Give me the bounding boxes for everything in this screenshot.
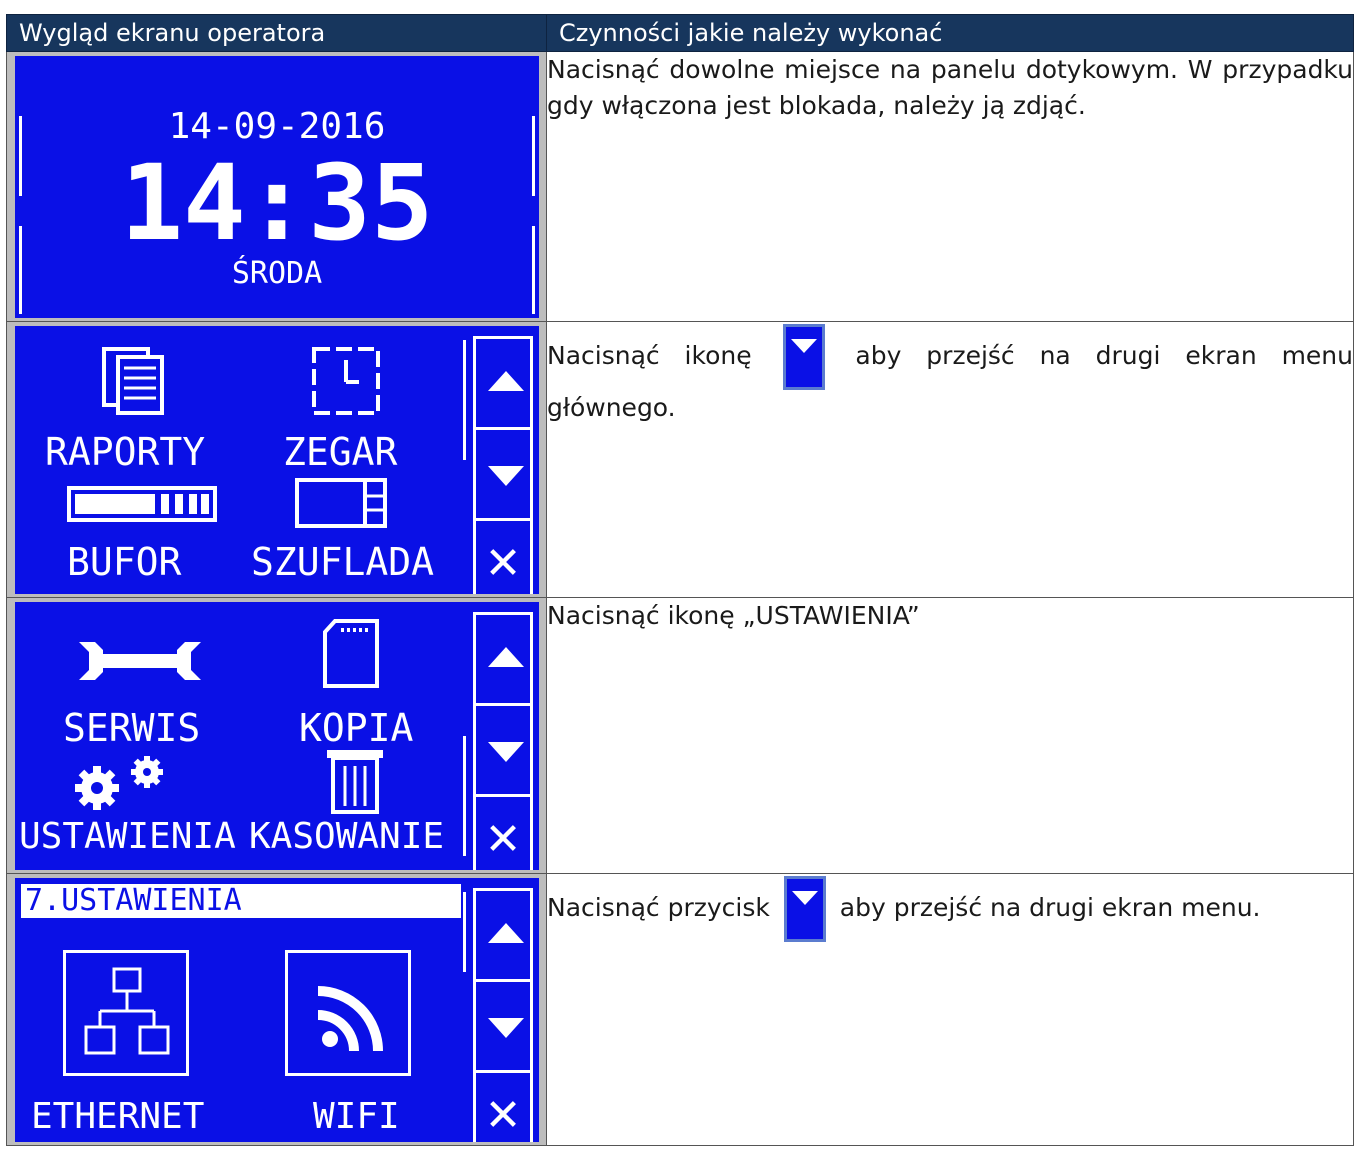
scroll-down-button[interactable]	[476, 706, 530, 797]
trash-icon	[327, 750, 383, 814]
arrow-down-icon	[488, 1018, 524, 1038]
scroll-down-button[interactable]	[476, 430, 530, 521]
screen-cell: RAPORTY ZEGAR BUFOR SZUFLADA ✕	[6, 321, 547, 598]
table-row: SERWIS KOPIA USTAWIENIA KASOWANIE ✕ Naci…	[6, 597, 1354, 874]
arrow-up-icon	[488, 371, 524, 391]
clock-date: 14-09-2016	[168, 106, 386, 147]
scroll-controls: ✕	[473, 612, 533, 870]
screen-cell: 7.USTAWIENIA ETHERNET WIFI ✕	[6, 873, 547, 1146]
main-menu-screen-2: SERWIS KOPIA USTAWIENIA KASOWANIE ✕	[15, 602, 539, 870]
settings-title-bar: 7.USTAWIENIA	[21, 884, 461, 918]
close-icon: ✕	[484, 538, 522, 589]
menu-item-raporty[interactable]: RAPORTY	[45, 430, 205, 474]
scroll-controls: ✕	[473, 336, 533, 594]
menu-item-zegar[interactable]: ZEGAR	[283, 430, 397, 474]
settings-item-wifi[interactable]: WIFI	[313, 1096, 400, 1137]
instruction-table: Wygląd ekranu operatora Czynności jakie …	[6, 14, 1354, 1146]
action-text-before: Nacisnąć ikonę	[547, 341, 752, 370]
table-header-row: Wygląd ekranu operatora Czynności jakie …	[6, 14, 1354, 52]
table-row: 14-09-2016 14:35 ŚRODA Nacisnąć dowolne …	[6, 51, 1354, 322]
instruction-table-wrapper: Wygląd ekranu operatora Czynności jakie …	[6, 14, 1354, 1146]
drawer-icon	[295, 478, 387, 528]
arrow-down-icon	[488, 742, 524, 762]
table-row: 7.USTAWIENIA ETHERNET WIFI ✕ Nacisnąć pr…	[6, 873, 1354, 1146]
menu-item-serwis[interactable]: SERWIS	[63, 706, 200, 750]
action-text-cell: Nacisnąć ikonę „USTAWIENIA”	[546, 597, 1354, 874]
settings-item-ethernet[interactable]: ETHERNET	[31, 1096, 204, 1137]
close-button[interactable]: ✕	[476, 797, 530, 870]
clock-icon	[312, 347, 380, 415]
action-text-after: aby przejść na drugi ekran menu.	[839, 893, 1261, 922]
scroll-controls: ✕	[473, 888, 533, 1142]
close-icon: ✕	[484, 1090, 522, 1141]
scroll-up-button[interactable]	[476, 615, 530, 706]
header-screen-column: Wygląd ekranu operatora	[6, 14, 547, 52]
close-button[interactable]: ✕	[476, 521, 530, 594]
wifi-icon	[317, 986, 383, 1052]
menu-item-szuflada[interactable]: SZUFLADA	[251, 540, 434, 584]
wrench-icon	[79, 642, 201, 680]
wifi-tile[interactable]	[285, 950, 411, 1076]
arrow-up-icon	[488, 923, 524, 943]
clock-screen[interactable]: 14-09-2016 14:35 ŚRODA	[15, 56, 539, 318]
scroll-down-button[interactable]	[476, 982, 530, 1073]
buffer-bar-icon	[67, 486, 217, 522]
close-button[interactable]: ✕	[476, 1073, 530, 1142]
network-icon	[84, 967, 170, 1055]
menu-item-bufor[interactable]: BUFOR	[67, 540, 181, 584]
menu-item-kasowanie[interactable]: KASOWANIE	[249, 816, 444, 857]
action-text-cell: Nacisnąć dowolne miejsce na panelu dotyk…	[546, 51, 1354, 322]
sd-card-icon	[323, 619, 379, 688]
clock-time: 14:35	[120, 142, 434, 264]
arrow-up-icon	[488, 647, 524, 667]
arrow-down-icon	[488, 466, 524, 486]
main-menu-screen-1: RAPORTY ZEGAR BUFOR SZUFLADA ✕	[15, 326, 539, 594]
table-row: RAPORTY ZEGAR BUFOR SZUFLADA ✕ Nacisnąć …	[6, 321, 1354, 598]
action-text: Nacisnąć ikonę „USTAWIENIA”	[547, 601, 920, 630]
settings-screen: 7.USTAWIENIA ETHERNET WIFI ✕	[15, 878, 539, 1142]
action-text: Nacisnąć dowolne miejsce na panelu dotyk…	[547, 55, 1353, 120]
gears-icon	[75, 756, 163, 810]
ethernet-tile[interactable]	[63, 950, 189, 1076]
close-icon: ✕	[484, 814, 522, 865]
scroll-up-button[interactable]	[476, 891, 530, 982]
settings-title: 7.USTAWIENIA	[25, 883, 242, 918]
screen-cell: SERWIS KOPIA USTAWIENIA KASOWANIE ✕	[6, 597, 547, 874]
scroll-up-button[interactable]	[476, 339, 530, 430]
action-text-before: Nacisnąć przycisk	[547, 893, 770, 922]
report-document-icon	[102, 347, 164, 415]
screen-cell: 14-09-2016 14:35 ŚRODA	[6, 51, 547, 322]
action-text-cell: Nacisnąć przycisk aby przejść na drugi e…	[546, 873, 1354, 1146]
menu-item-kopia[interactable]: KOPIA	[299, 706, 413, 750]
clock-day: ŚRODA	[231, 256, 323, 291]
menu-item-ustawienia[interactable]: USTAWIENIA	[19, 816, 236, 857]
header-actions-column: Czynności jakie należy wykonać	[546, 14, 1354, 52]
inline-down-arrow-icon	[782, 324, 825, 390]
inline-down-arrow-icon	[783, 876, 826, 942]
action-text-cell: Nacisnąć ikonę aby przejść na drugi ekra…	[546, 321, 1354, 598]
